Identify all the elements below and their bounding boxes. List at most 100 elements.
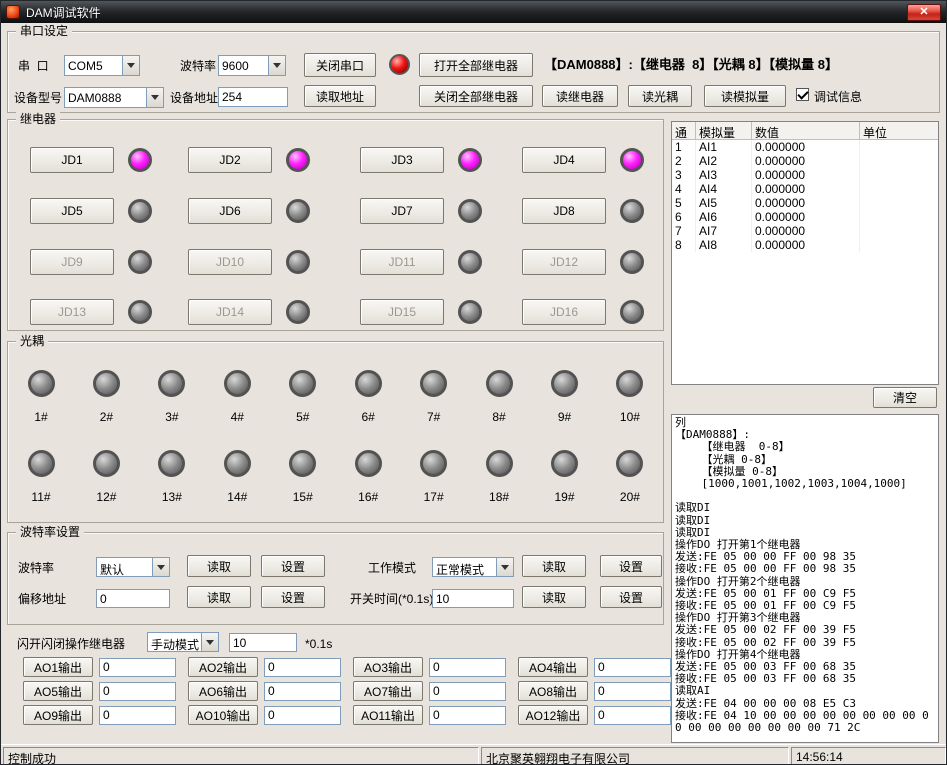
switchtime-read-button[interactable]: 读取 [522,586,586,608]
ao-button-12[interactable]: AO12输出 [518,705,588,725]
relay-button-jd3[interactable]: JD3 [360,147,444,173]
chevron-down-icon[interactable] [201,633,218,651]
analog-name-cell: AI7 [696,224,752,238]
baud-set-button[interactable]: 设置 [261,555,325,577]
ao-button-4[interactable]: AO4输出 [518,657,588,677]
ao-input-8[interactable] [594,682,671,701]
switch-time-input[interactable] [432,589,514,608]
analog-table-row[interactable]: 2AI20.000000 [672,154,938,168]
ao-input-1[interactable] [99,658,176,677]
ao-button-5[interactable]: AO5输出 [23,681,93,701]
chevron-down-icon[interactable] [146,88,163,107]
switchtime-set-button[interactable]: 设置 [600,586,662,608]
analog-table-row[interactable]: 3AI30.000000 [672,168,938,182]
baud-read-button[interactable]: 读取 [187,555,251,577]
relay-button-jd9[interactable]: JD9 [30,249,114,275]
ao-input-4[interactable] [594,658,671,677]
debug-info-checkbox[interactable] [796,88,809,101]
relay-button-jd15[interactable]: JD15 [360,299,444,325]
workmode-set-button[interactable]: 设置 [600,555,662,577]
relay-button-jd8[interactable]: JD8 [522,198,606,224]
analog-name-cell: AI1 [696,140,752,154]
analog-table-row[interactable]: 6AI60.000000 [672,210,938,224]
work-mode-select[interactable]: 正常模式 [432,557,514,577]
read-opto-button[interactable]: 读光耦 [628,85,692,107]
ao-pair: AO9输出 [23,705,188,725]
analog-ch-cell: 5 [672,196,696,210]
close-all-relays-button[interactable]: 关闭全部继电器 [419,85,533,107]
analog-name-cell: AI4 [696,182,752,196]
read-address-button[interactable]: 读取地址 [304,85,376,107]
ao-button-8[interactable]: AO8输出 [518,681,588,701]
opto-cell: 6# [348,370,388,424]
device-address-input[interactable] [218,87,288,107]
ao-button-2[interactable]: AO2输出 [188,657,258,677]
com-port-select[interactable]: COM5 [64,55,140,76]
analog-name-cell: AI5 [696,196,752,210]
opto-group: 光耦 1#2#3#4#5#6#7#8#9#10# 11#12#13#14#15#… [7,341,664,523]
open-all-relays-button[interactable]: 打开全部继电器 [419,53,533,77]
ao-button-11[interactable]: AO11输出 [353,705,423,725]
offset-set-button[interactable]: 设置 [261,586,325,608]
read-analog-button[interactable]: 读模拟量 [704,85,786,107]
ao-input-2[interactable] [264,658,341,677]
relay-button-jd13[interactable]: JD13 [30,299,114,325]
ao-input-9[interactable] [99,706,176,725]
chevron-down-icon[interactable] [122,56,139,75]
ao-button-9[interactable]: AO9输出 [23,705,93,725]
chevron-down-icon[interactable] [268,56,285,75]
opto-cell: 1# [21,370,61,424]
baud-setting-value: 默认 [97,558,152,576]
ao-input-10[interactable] [264,706,341,725]
chevron-down-icon[interactable] [152,558,169,576]
relay-button-jd14[interactable]: JD14 [188,299,272,325]
offset-read-button[interactable]: 读取 [187,586,251,608]
ao-input-6[interactable] [264,682,341,701]
analog-table-row[interactable]: 8AI80.000000 [672,238,938,252]
offset-address-input[interactable] [96,589,170,608]
baud-setting-select[interactable]: 默认 [96,557,170,577]
ao-input-3[interactable] [429,658,506,677]
log-area[interactable]: 列【DAM0888】: 【继电器 0-8】 【光耦 0-8】 【模拟量 0-8】… [671,414,939,743]
analog-table-row[interactable]: 4AI40.000000 [672,182,938,196]
device-model-select[interactable]: DAM0888 [64,87,164,108]
status-right: 14:56:14 [791,747,946,765]
clear-button[interactable]: 清空 [873,387,937,408]
relay-button-jd2[interactable]: JD2 [188,147,272,173]
opto-cell: 13# [152,450,192,504]
status-center: 北京聚英翱翔电子有限公司 [481,747,789,765]
analog-unit-cell [860,154,938,168]
relay-button-jd16[interactable]: JD16 [522,299,606,325]
relay-button-jd7[interactable]: JD7 [360,198,444,224]
close-button[interactable]: ✕ [907,4,941,21]
relay-button-jd10[interactable]: JD10 [188,249,272,275]
relay-button-jd5[interactable]: JD5 [30,198,114,224]
baud-rate-select[interactable]: 9600 [218,55,286,76]
ao-input-7[interactable] [429,682,506,701]
ao-button-3[interactable]: AO3输出 [353,657,423,677]
relay-button-jd1[interactable]: JD1 [30,147,114,173]
analog-table-row[interactable]: 1AI10.000000 [672,140,938,154]
relay-button-jd6[interactable]: JD6 [188,198,272,224]
analog-unit-cell [860,182,938,196]
ao-button-6[interactable]: AO6输出 [188,681,258,701]
flash-mode-select[interactable]: 手动模式 [147,632,219,652]
chevron-down-icon[interactable] [496,558,513,576]
ao-input-11[interactable] [429,706,506,725]
relay-button-jd11[interactable]: JD11 [360,249,444,275]
analog-table-row[interactable]: 5AI50.000000 [672,196,938,210]
time-unit-label: *0.1s [305,637,332,651]
relay-button-jd4[interactable]: JD4 [522,147,606,173]
analog-table-row[interactable]: 7AI70.000000 [672,224,938,238]
ao-button-10[interactable]: AO10输出 [188,705,258,725]
ao-input-5[interactable] [99,682,176,701]
ao-pair: AO4输出 [518,657,683,677]
workmode-read-button[interactable]: 读取 [522,555,586,577]
close-serial-button[interactable]: 关闭串口 [304,53,376,77]
ao-button-7[interactable]: AO7输出 [353,681,423,701]
flash-time-input[interactable] [229,633,297,652]
ao-input-12[interactable] [594,706,671,725]
relay-button-jd12[interactable]: JD12 [522,249,606,275]
ao-button-1[interactable]: AO1输出 [23,657,93,677]
read-relay-button[interactable]: 读继电器 [542,85,618,107]
